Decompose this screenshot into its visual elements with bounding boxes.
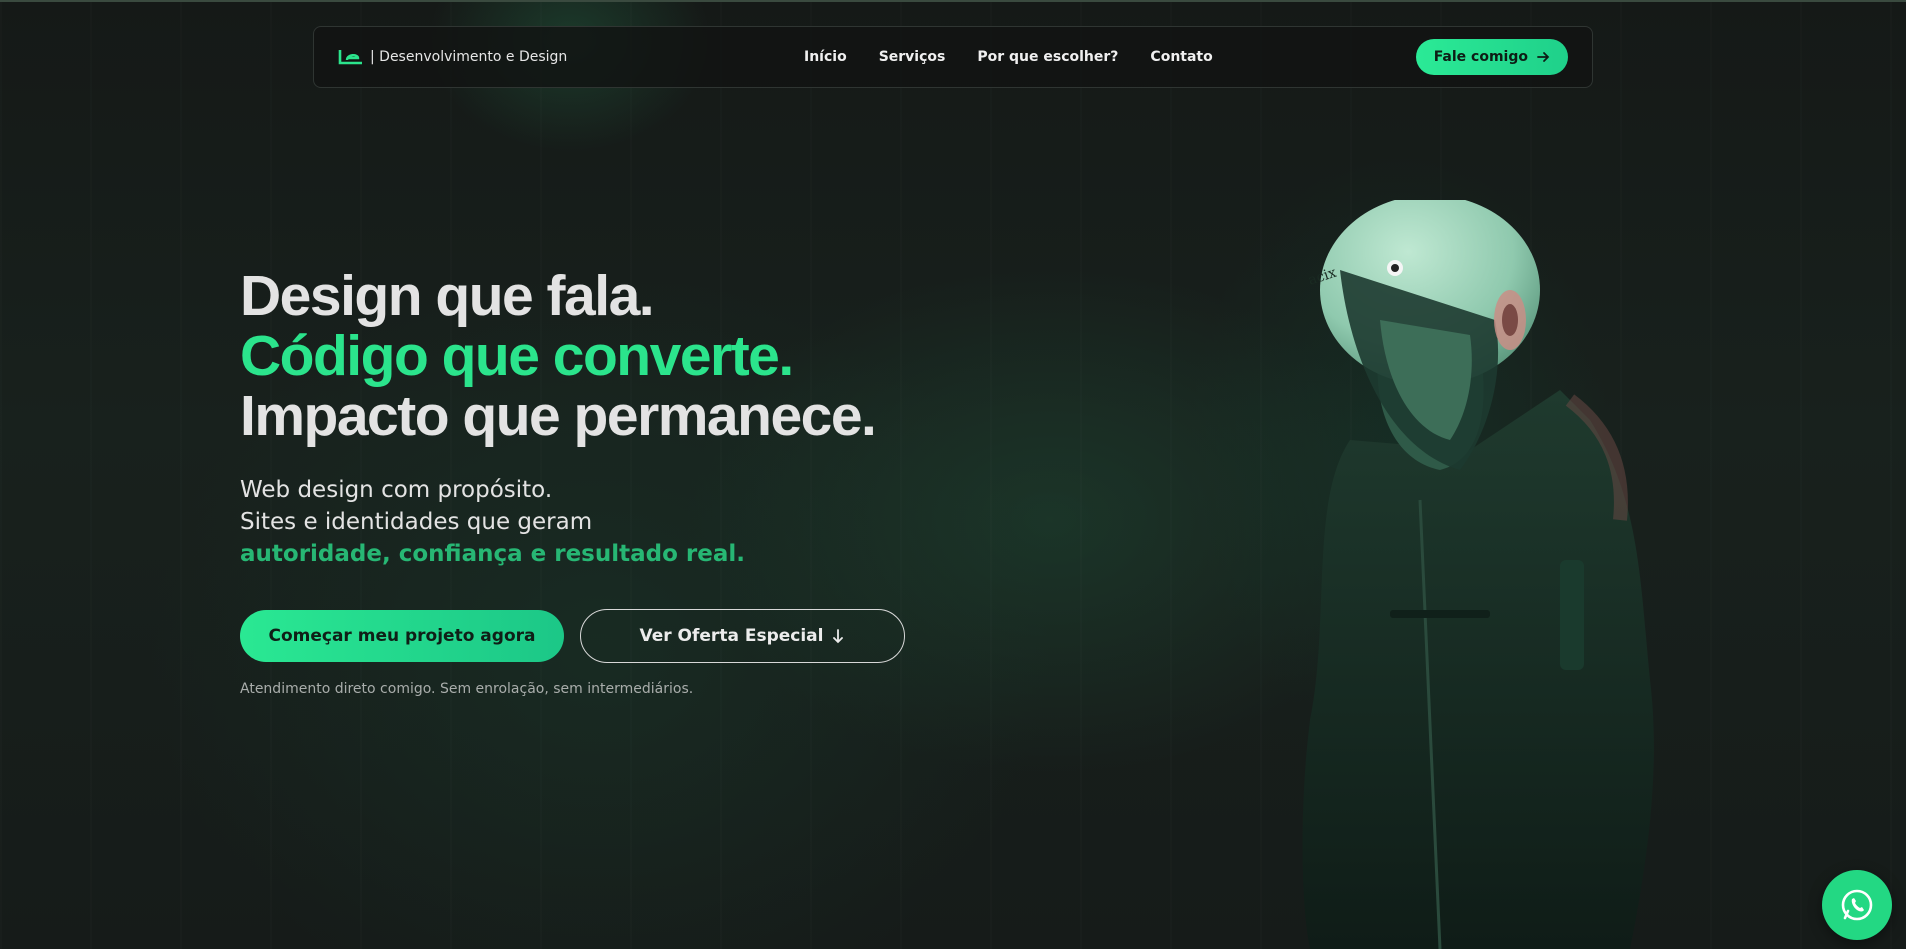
arrow-right-icon	[1537, 52, 1550, 62]
whatsapp-button[interactable]	[1822, 870, 1892, 940]
fale-comigo-button[interactable]: Fale comigo	[1415, 39, 1568, 75]
hero-line-1: Design que fala.	[240, 264, 655, 328]
hero-title: Design que fala. Código que converte. Im…	[240, 264, 877, 448]
navbar: | Desenvolvimento e Design Início Serviç…	[313, 26, 1593, 88]
nav-link-servicos[interactable]: Serviços	[879, 49, 946, 65]
hero-line-3: Impacto que permanece.	[240, 384, 877, 448]
subtitle-accent: autoridade, confiança e resultado real.	[240, 541, 745, 567]
top-border	[0, 0, 1906, 2]
subtitle-line-2: Sites e identidades que geram	[240, 509, 593, 535]
le-logo-icon	[338, 50, 362, 65]
special-offer-button[interactable]: Ver Oferta Especial	[580, 609, 905, 663]
hero-subtitle: Web design com propósito. Sites e identi…	[240, 474, 745, 570]
nav-link-por-que-escolher[interactable]: Por que escolher?	[977, 49, 1118, 65]
start-project-button[interactable]: Começar meu projeto agora	[240, 610, 564, 662]
brand[interactable]: | Desenvolvimento e Design	[338, 48, 567, 66]
hero-note: Atendimento direto comigo. Sem enrolação…	[240, 681, 694, 697]
nav-link-inicio[interactable]: Início	[804, 49, 847, 65]
brand-name: | Desenvolvimento e Design	[370, 49, 568, 65]
subtitle-line-1: Web design com propósito.	[240, 477, 553, 503]
fale-comigo-label: Fale comigo	[1433, 49, 1528, 65]
special-offer-label: Ver Oferta Especial	[639, 626, 824, 646]
whatsapp-icon	[1841, 889, 1873, 921]
helmet-person-image: acix	[1302, 200, 1654, 949]
nav-links: Início Serviços Por que escolher? Contat…	[804, 49, 1213, 65]
nav-link-contato[interactable]: Contato	[1150, 49, 1212, 65]
hero-line-2: Código que converte.	[240, 324, 794, 388]
arrow-down-icon	[833, 629, 844, 644]
